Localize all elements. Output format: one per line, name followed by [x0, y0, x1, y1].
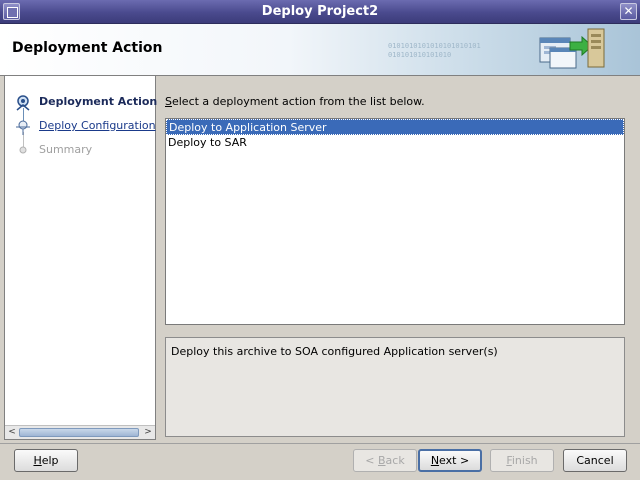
title-bar: Deploy Project2 ✕	[0, 0, 640, 24]
button-bar-divider	[0, 443, 640, 444]
list-item-deploy-to-sar[interactable]: Deploy to SAR	[166, 135, 624, 151]
wizard-steps-panel: Deployment Action Deploy Configuration S…	[4, 76, 158, 440]
nav-step-label: Deploy Configuration	[39, 119, 156, 132]
instruction-mnemonic: S	[165, 95, 172, 108]
back-button[interactable]: < Back	[353, 449, 417, 472]
deployment-action-list[interactable]: Deploy to Application Server Deploy to S…	[165, 118, 625, 325]
back-label: ack	[385, 454, 405, 467]
list-item-deploy-to-application-server[interactable]: Deploy to Application Server	[166, 119, 624, 135]
nav-horizontal-scrollbar[interactable]: < >	[5, 425, 155, 439]
close-icon[interactable]: ✕	[620, 3, 637, 20]
binary-decoration: 0101010101010101010101 010101010101010	[388, 42, 481, 59]
action-description: Deploy this archive to SOA configured Ap…	[171, 345, 498, 358]
finish-label: inish	[511, 454, 538, 467]
instruction-text: elect a deployment action from the list …	[171, 95, 425, 108]
current-step-icon	[16, 95, 30, 111]
step-disabled-icon	[19, 146, 27, 154]
help-label: elp	[41, 454, 59, 467]
cancel-button[interactable]: Cancel	[563, 449, 627, 472]
finish-button[interactable]: Finish	[490, 449, 554, 472]
scroll-left-icon[interactable]: <	[6, 426, 18, 439]
next-mnemonic: N	[430, 454, 440, 467]
instruction-label: Select a deployment action from the list…	[165, 95, 425, 108]
next-label: ext >	[439, 454, 470, 467]
nav-step-deployment-action[interactable]: Deployment Action	[5, 92, 158, 112]
nav-step-deploy-configuration[interactable]: Deploy Configuration	[5, 116, 156, 136]
next-button[interactable]: Next >	[418, 449, 482, 472]
wizard-header: Deployment Action 0101010101010101010101…	[0, 24, 640, 76]
deploy-icon	[539, 28, 605, 69]
window-title: Deploy Project2	[261, 4, 379, 19]
nav-step-label: Summary	[39, 143, 93, 156]
back-mnemonic: B	[378, 454, 386, 467]
back-prefix: <	[365, 454, 378, 467]
scrollbar-thumb[interactable]	[19, 428, 139, 437]
help-mnemonic: H	[33, 454, 42, 467]
nav-step-summary: Summary	[5, 140, 155, 160]
step-icon	[16, 120, 30, 135]
help-button[interactable]: Help	[14, 449, 78, 472]
nav-step-label: Deployment Action	[39, 95, 158, 108]
action-description-panel: Deploy this archive to SOA configured Ap…	[165, 337, 625, 437]
page-title: Deployment Action	[12, 40, 163, 56]
scroll-right-icon[interactable]: >	[142, 426, 154, 439]
